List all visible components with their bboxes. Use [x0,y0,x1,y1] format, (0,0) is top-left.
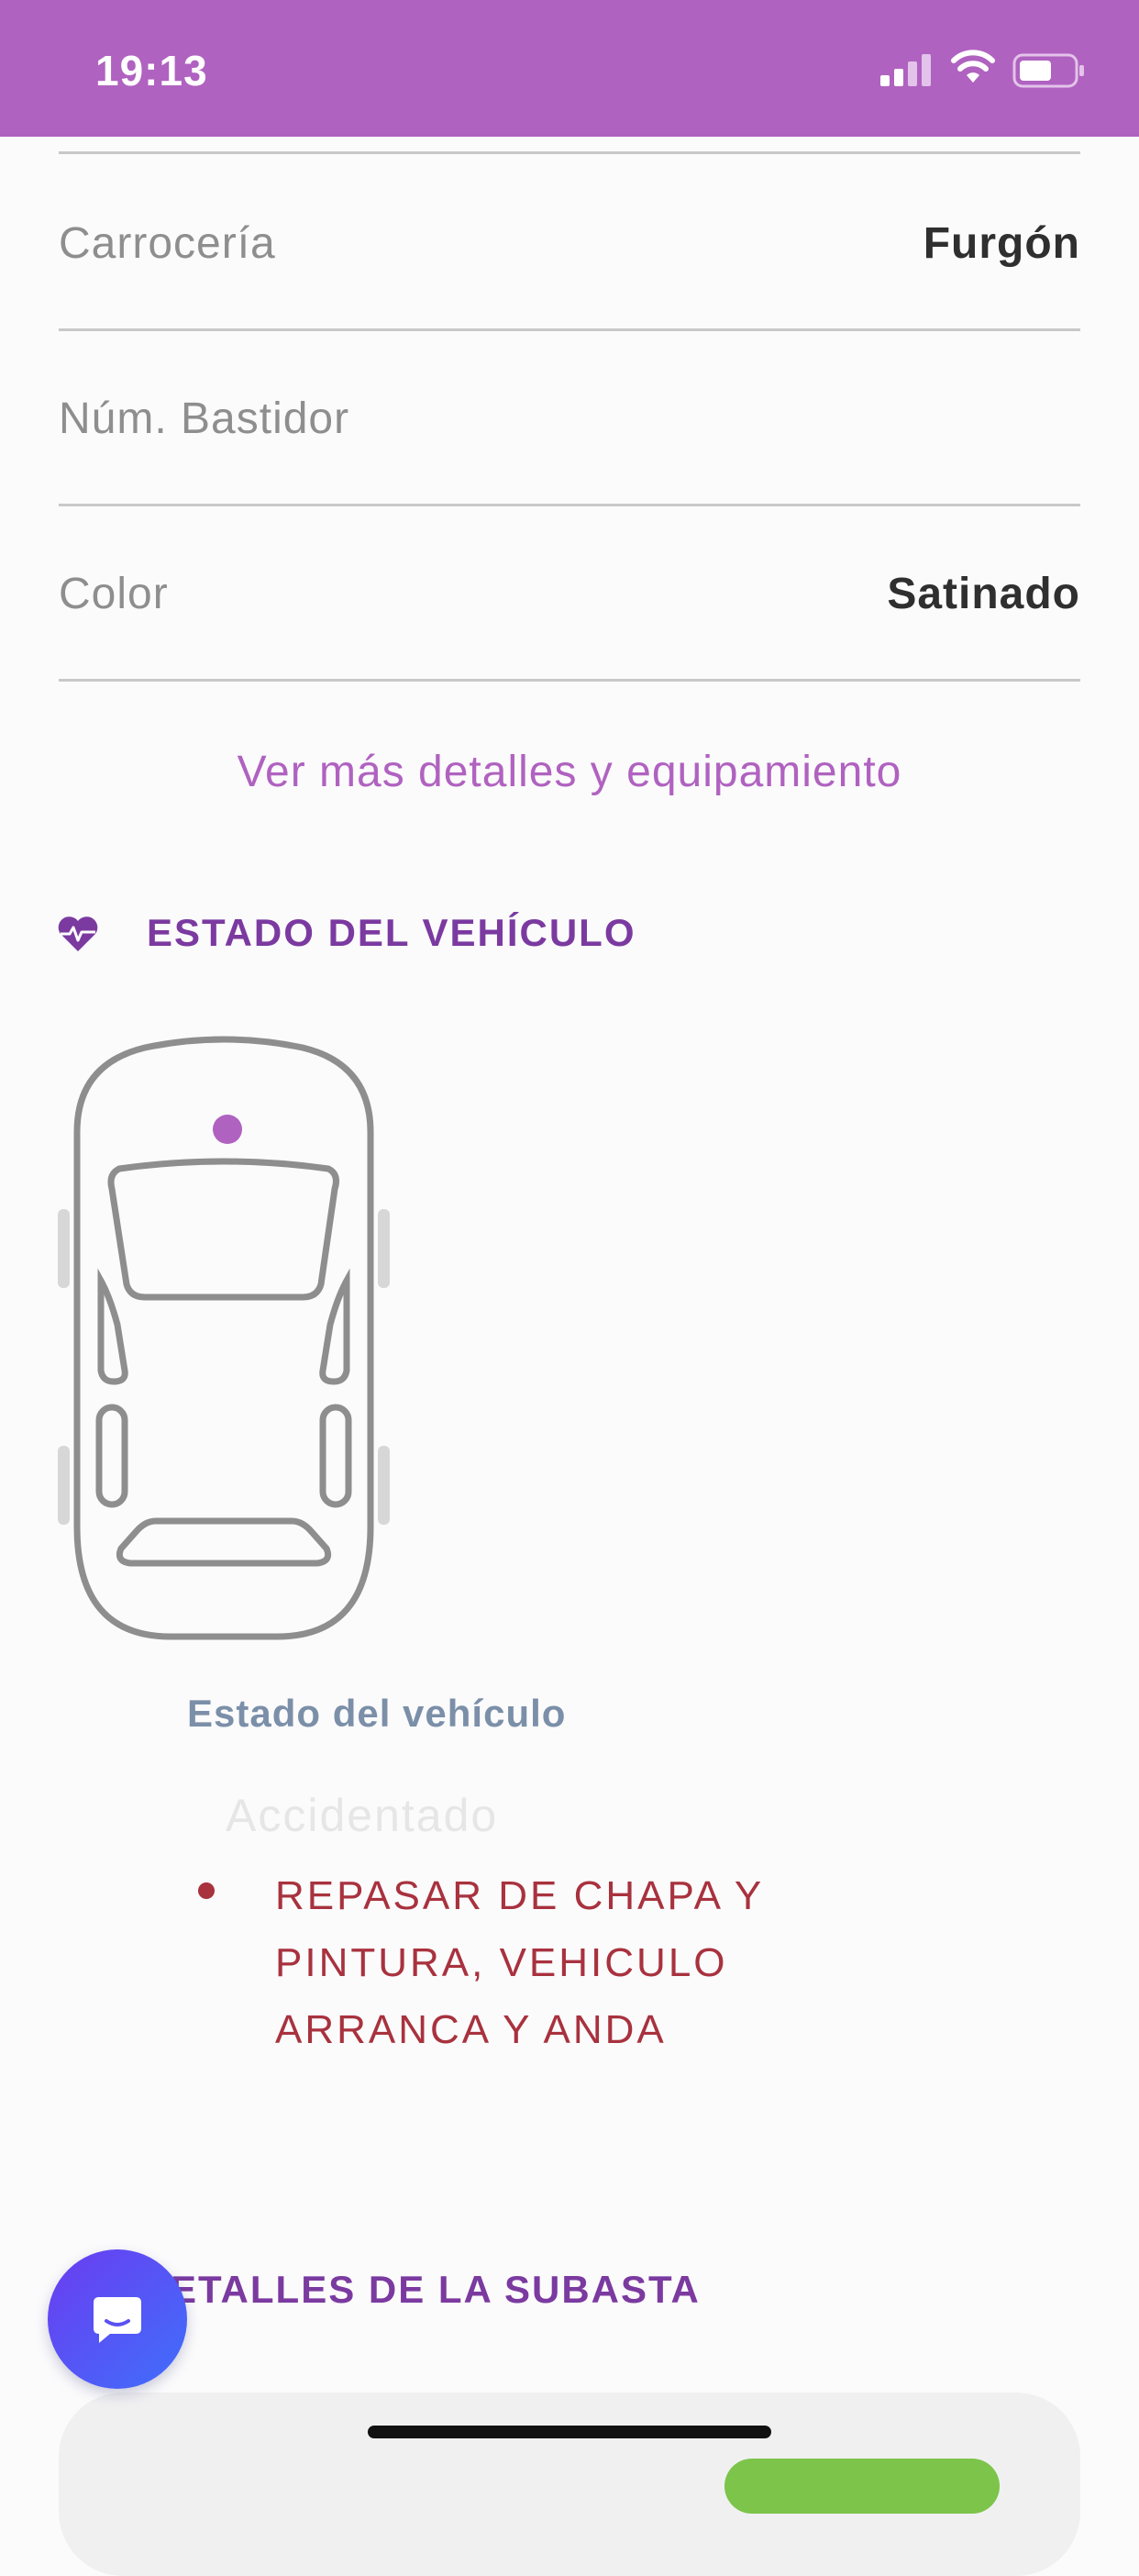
more-details-link[interactable]: Ver más detalles y equipamiento [0,747,1139,797]
detail-row-color: Color Satinado [59,505,1080,682]
status-pill [724,2459,1000,2514]
vehicle-state-heading: ESTADO DEL VEHÍCULO [147,911,636,954]
vehicle-state-value: Accidentado [226,1790,499,1841]
chat-button[interactable] [48,2249,187,2389]
chat-bubble-icon [94,2297,141,2343]
damage-note-text: REPASAR DE CHAPA Y PINTURA, VEHICULO ARR… [275,1873,765,2052]
heart-pulse-icon [58,916,98,951]
detail-value: Furgón [923,219,1080,268]
detail-label: Núm. Bastidor [59,394,350,443]
status-bar: 19:13 [0,0,1139,137]
status-time: 19:13 [95,47,208,94]
damage-marker[interactable] [213,1115,242,1144]
detail-label: Carrocería [59,219,276,268]
wifi-icon [951,50,995,83]
vehicle-state-label: Estado del vehículo [187,1692,567,1735]
car-diagram[interactable] [53,1031,402,1646]
detail-row-carroceria: Carrocería Furgón [59,154,1080,331]
detail-row-bastidor: Núm. Bastidor [59,329,1080,506]
battery-icon [1012,53,1084,88]
cellular-signal-icon [880,54,931,86]
home-indicator[interactable] [368,2426,771,2438]
bullet [198,1882,215,1899]
detail-label: Color [59,570,169,618]
detail-value: Satinado [887,570,1080,618]
auction-details-heading: ETALLES DE LA SUBASTA [171,2268,701,2311]
